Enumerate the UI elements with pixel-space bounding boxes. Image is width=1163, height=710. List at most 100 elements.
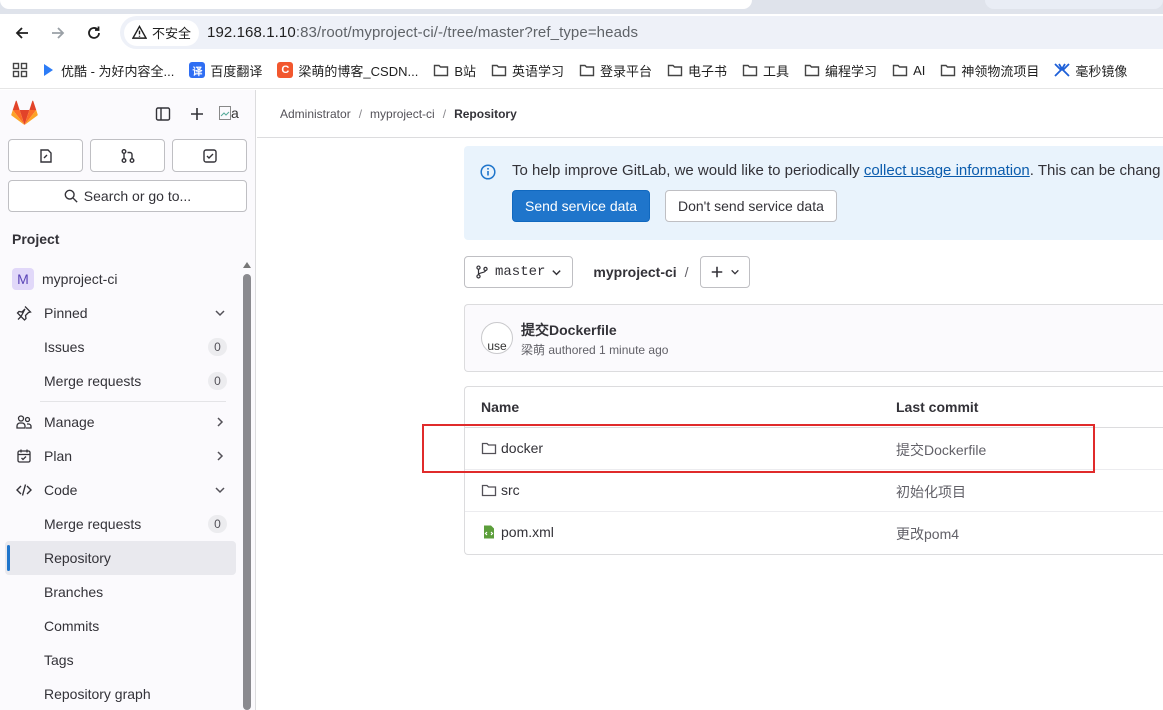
bookmark-item[interactable]: 英语学习 (491, 61, 564, 80)
commit-author-avatar[interactable]: use (481, 322, 513, 354)
merge-requests-button[interactable] (90, 139, 165, 172)
user-avatar[interactable]: a (219, 100, 245, 126)
sidebar-item-issues[interactable]: Issues 0 (0, 330, 242, 364)
browser-tab-active[interactable] (0, 0, 752, 9)
chevron-right-icon (217, 451, 224, 461)
bookmark-item[interactable]: 神领物流项目 (940, 61, 1039, 80)
apps-button[interactable] (0, 62, 40, 78)
breadcrumb-item-repository[interactable]: Repository (454, 107, 517, 121)
bookmark-label: 英语学习 (511, 63, 564, 79)
forward-button[interactable] (43, 18, 73, 48)
chevron-down-icon (215, 310, 225, 317)
csdn-icon: C (277, 62, 294, 78)
search-button[interactable]: Search or go to... (8, 180, 247, 212)
file-name[interactable]: src (501, 482, 520, 498)
todo-list-button[interactable] (172, 139, 247, 172)
collect-usage-link[interactable]: collect usage information (864, 162, 1030, 179)
arrow-right-icon (52, 27, 65, 39)
project-avatar: M (12, 268, 34, 290)
bookmark-label: 登录平台 (600, 63, 653, 79)
bookmark-label: 梁萌的博客_CSDN... (298, 63, 419, 79)
file-name[interactable]: pom.xml (501, 524, 554, 540)
bookmark-item[interactable]: 编程学习 (804, 61, 877, 80)
file-last-commit[interactable]: 更改pom4 (896, 524, 959, 544)
gitlab-logo-icon[interactable] (11, 100, 38, 131)
bookmark-label: B站 (454, 63, 476, 79)
service-ping-alert: To help improve GitLab, we would like to… (464, 146, 1163, 240)
alert-text-before: To help improve GitLab, we would like to… (512, 162, 864, 179)
bookmark-item[interactable]: C 梁萌的博客_CSDN... (277, 61, 418, 80)
sidebar-item-plan[interactable]: Plan (0, 439, 242, 473)
address-bar[interactable]: 不安全 192.168.1.10:83/root/myproject-ci/-/… (120, 16, 1163, 49)
file-last-commit[interactable]: 初始化项目 (896, 482, 966, 502)
scrollbar-thumb[interactable] (243, 274, 251, 710)
folder-icon (579, 64, 595, 77)
broken-image-icon (219, 106, 231, 120)
back-button[interactable] (7, 18, 37, 48)
sidebar-item-pinned[interactable]: Pinned (0, 296, 242, 330)
commit-title-link[interactable]: 提交Dockerfile (521, 320, 617, 340)
send-service-data-button[interactable]: Send service data (512, 190, 651, 222)
bookmark-item[interactable]: 电子书 (667, 61, 727, 80)
gitlab-sidebar: a Search or go to... Project M myproject… (0, 90, 256, 710)
sidebar-item-code[interactable]: Code (0, 473, 242, 507)
folder-icon (941, 64, 956, 77)
file-tree-header: Name Last commit (465, 387, 1163, 428)
sidebar-item-label: Merge requests (44, 373, 142, 389)
annotation-highlight-box (422, 424, 1095, 473)
project-path-link[interactable]: myproject-ci (593, 264, 676, 280)
sidebar-item-label: Manage (44, 414, 95, 430)
add-to-tree-button[interactable] (699, 256, 750, 288)
sidebar-divider (40, 401, 226, 402)
commit-author-link[interactable]: 梁萌 (521, 343, 545, 357)
sidebar-item-commits[interactable]: Commits (0, 609, 242, 643)
sidebar-item-project[interactable]: M myproject-ci (0, 262, 242, 296)
warning-icon (132, 25, 147, 39)
sidebar-item-repository-graph[interactable]: Repository graph (0, 677, 242, 710)
issues-icon (39, 148, 52, 163)
dont-send-service-data-button[interactable]: Don't send service data (665, 190, 837, 222)
bookmark-item[interactable]: 登录平台 (579, 61, 652, 80)
table-row[interactable]: pom.xml 更改pom4 (465, 512, 1163, 554)
browser-tab-inactive[interactable] (985, 0, 1163, 9)
sidebar-item-manage[interactable]: Manage (0, 405, 242, 439)
url-host: 192.168.1.10 (207, 24, 296, 41)
bookmark-item[interactable]: AI (892, 62, 925, 78)
bookmark-item[interactable]: 优酷 - 为好内容全... (40, 61, 174, 80)
bookmark-label: 优酷 - 为好内容全... (61, 63, 175, 79)
file-name-cell[interactable]: pom.xml (481, 524, 554, 540)
breadcrumb-item-project[interactable]: myproject-ci (370, 107, 435, 121)
sidebar-item-code-merge-requests[interactable]: Merge requests 0 (0, 507, 242, 541)
bookmark-item[interactable]: 毫秒镜像 (1054, 61, 1127, 80)
chevron-down-icon (552, 269, 562, 275)
url-text[interactable]: 192.168.1.10:83/root/myproject-ci/-/tree… (207, 24, 638, 41)
breadcrumb: Administrator / myproject-ci / Repositor… (280, 107, 517, 121)
branch-selector[interactable]: master (464, 256, 574, 288)
bookmark-item[interactable]: B站 (433, 61, 476, 80)
security-indicator[interactable]: 不安全 (124, 19, 200, 46)
sidebar-item-repository[interactable]: Repository (5, 541, 236, 575)
reload-icon (88, 26, 100, 39)
browser-toolbar: 不安全 192.168.1.10:83/root/myproject-ci/-/… (0, 14, 1163, 52)
table-row[interactable]: src 初始化项目 (465, 470, 1163, 512)
path-separator: / (684, 264, 689, 280)
bookmark-item[interactable]: 译百度翻译 (189, 61, 262, 80)
bookmarks-bar: 优酷 - 为好内容全... 译百度翻译 C 梁萌的博客_CSDN... B站 英语学习 登录… (0, 52, 1163, 89)
sidebar-item-tags[interactable]: Tags (0, 643, 242, 677)
sidebar-item-label: Issues (44, 339, 85, 355)
bookmark-label: AI (913, 62, 926, 78)
sidebar-item-branches[interactable]: Branches (0, 575, 242, 609)
reload-button[interactable] (79, 18, 109, 48)
file-name-cell[interactable]: src (481, 482, 520, 498)
scroll-up-arrow-icon[interactable] (243, 262, 251, 268)
assigned-issues-button[interactable] (8, 139, 83, 172)
column-header-name: Name (481, 399, 520, 415)
create-new-button[interactable] (185, 102, 209, 126)
sidebar-scrollbar[interactable] (243, 262, 253, 710)
breadcrumb-item-administrator[interactable]: Administrator (280, 107, 351, 121)
folder-icon (434, 64, 449, 77)
bookmark-item[interactable]: 工具 (742, 61, 789, 80)
sidebar-item-merge-requests[interactable]: Merge requests 0 (0, 364, 242, 398)
security-label: 不安全 (152, 26, 192, 41)
collapse-sidebar-button[interactable] (151, 102, 175, 126)
